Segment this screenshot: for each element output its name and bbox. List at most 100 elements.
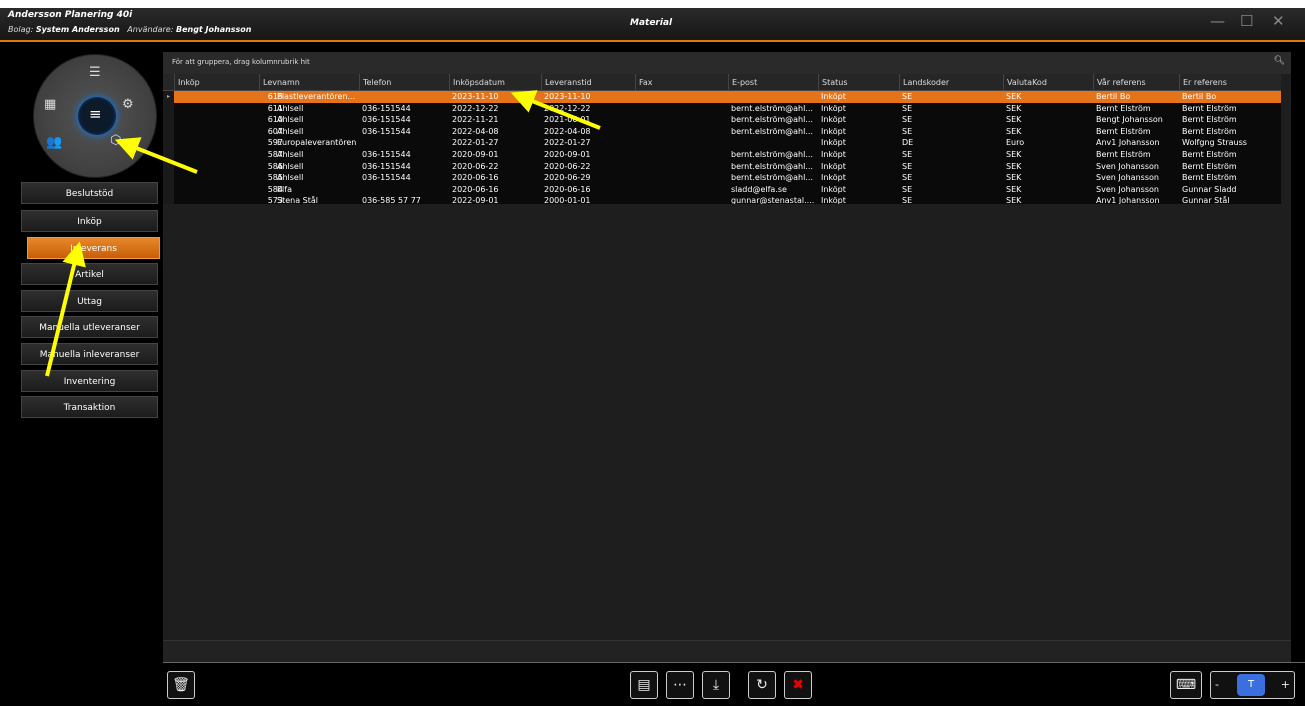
column-header[interactable]: Telefon (359, 74, 449, 91)
settings-icon[interactable]: ⚙ (122, 97, 134, 112)
row-selector[interactable] (163, 114, 174, 126)
more-options-button[interactable]: ⋯ (666, 671, 694, 699)
table-cell: Inköpt (821, 115, 846, 125)
table-cell: Bernt Elström (1096, 103, 1151, 113)
column-header[interactable]: Inköpsdatum (449, 74, 541, 91)
table-cell: SEK (1006, 184, 1022, 194)
column-header[interactable]: Vår referens (1093, 74, 1179, 91)
column-header[interactable]: Status (818, 74, 899, 91)
table-cell (728, 91, 818, 103)
table-cell: Inköpt (821, 138, 846, 148)
table-cell: Inköpt (821, 161, 846, 171)
table-cell: 036-151544 (362, 126, 411, 136)
maximize-button[interactable]: ☐ (1240, 12, 1253, 30)
grid-empty-area (163, 204, 1281, 640)
sidebar-item-beslutstöd[interactable]: Beslutstöd (21, 182, 158, 204)
column-header[interactable]: Landskoder (899, 74, 1003, 91)
column-header[interactable]: Leveranstid (541, 74, 635, 91)
sidebar-item-inköp[interactable]: Inköp (21, 210, 158, 232)
column-header[interactable]: Er referens (1179, 74, 1281, 91)
row-selector[interactable] (163, 160, 174, 173)
zoom-out-icon[interactable]: - (1215, 672, 1219, 698)
table-cell: SEK (1006, 103, 1022, 113)
zoom-in-icon[interactable]: + (1281, 672, 1290, 698)
delete-button[interactable]: 🗑︎ (167, 671, 195, 699)
radial-menu[interactable]: ☰ ▦ ⚙ 👥 ⬡ ≡ (33, 54, 157, 178)
column-header[interactable]: ValutaKod (1003, 74, 1093, 91)
search-icon[interactable]: 🔍︎ (1274, 56, 1285, 66)
horizontal-scrollbar[interactable] (163, 640, 1291, 662)
row-selector[interactable] (163, 137, 174, 149)
table-cell: Inköpt (821, 92, 846, 101)
text-size-icon[interactable]: T (1237, 674, 1265, 696)
ellipsis-icon: ⋯ (673, 677, 687, 693)
table-row[interactable]: ▸ 615 Plastleverantören... 2023-11-10 2023-1… (163, 91, 1281, 103)
column-header[interactable]: Levnamn (259, 74, 359, 91)
table-cell (635, 91, 728, 103)
table-row[interactable]: 611 Ahlsell 036-151544 2022-12-22 2022-12-22… (163, 102, 1281, 115)
sidebar-item-inleverans[interactable]: Inleverans (27, 237, 160, 259)
zoom-control[interactable]: - T + (1210, 671, 1295, 699)
vertical-scrollbar[interactable] (1281, 74, 1291, 640)
sidebar-item-manuella-inleveranser[interactable]: Manuella inleveranser (21, 343, 158, 365)
row-selector[interactable] (163, 125, 174, 138)
row-selector[interactable] (163, 172, 174, 184)
refresh-button[interactable]: ↻ (748, 671, 776, 699)
cube-icon[interactable]: ⬡ (110, 133, 121, 148)
column-header[interactable]: Inköp (174, 74, 259, 91)
minimize-button[interactable]: — (1210, 12, 1225, 30)
table-cell: 2020-06-29 (544, 173, 591, 183)
keyboard-icon: ⌨ (1175, 677, 1197, 693)
table-cell: 2022-04-08 (544, 126, 591, 136)
table-row[interactable]: 597 Europaleverantören 2022-01-27 2022-01-2… (163, 137, 1281, 149)
table-cell: 597 (267, 138, 283, 148)
grid-panel: För att gruppera, drag kolumnrubrik hit … (163, 52, 1291, 662)
group-by-bar[interactable]: För att gruppera, drag kolumnrubrik hit … (163, 52, 1291, 74)
table-cell: Inköpt (821, 173, 846, 183)
keyboard-button[interactable]: ⌨ (1170, 671, 1202, 699)
users-icon[interactable]: 👥 (46, 135, 62, 150)
sidebar-item-inventering[interactable]: Inventering (21, 370, 158, 392)
document-icon: ▤ (637, 677, 651, 693)
table-cell: Bernt Elström (1182, 161, 1237, 171)
table-row[interactable]: 587 Ahlsell 036-151544 2020-09-01 2020-09-01… (163, 148, 1281, 161)
table-cell: Bernt Elström (1182, 103, 1237, 113)
document-button[interactable]: ▤ (630, 671, 658, 699)
table-row[interactable]: 607 Ahlsell 036-151544 2022-04-08 2022-04-08… (163, 125, 1281, 138)
column-header[interactable]: Fax (635, 74, 728, 91)
column-header[interactable]: E-post (728, 74, 818, 91)
row-selector[interactable]: ▸ (163, 91, 174, 103)
sidebar-item-manuella-utleveranser[interactable]: Manuella utleveranser (21, 316, 158, 338)
hamburger-icon: ≡ (89, 105, 102, 123)
table-cell: Euro (1006, 138, 1025, 148)
row-selector[interactable] (163, 183, 174, 196)
cancel-button[interactable]: ✖ (784, 671, 812, 699)
title-bar: Andersson Planering 40i Bolag: System An… (0, 8, 1305, 42)
table-cell: SEK (1006, 92, 1022, 101)
window-title: Material (630, 18, 673, 28)
menu-center-button[interactable]: ≡ (78, 97, 116, 135)
table-cell: 2023-11-10 (452, 92, 499, 101)
table-row[interactable]: 585 Ahlsell 036-151544 2020-06-16 2020-06-29… (163, 172, 1281, 184)
list-icon[interactable]: ☰ (89, 65, 101, 80)
row-selector[interactable] (163, 102, 174, 115)
table-cell: 2020-06-16 (452, 173, 499, 183)
table-row[interactable]: 586 Ahlsell 036-151544 2020-06-22 2020-06-22… (163, 160, 1281, 173)
table-cell: Bernt Elström (1096, 126, 1151, 136)
table-row[interactable]: 610 Ahlsell 036-151544 2022-11-21 2021-06-01… (163, 114, 1281, 126)
table-cell: SEK (1006, 161, 1022, 171)
table-cell (635, 172, 728, 184)
sidebar-item-artikel[interactable]: Artikel (21, 263, 158, 285)
table-cell: SE (902, 161, 913, 171)
close-window-button[interactable]: ✕ (1272, 12, 1285, 30)
sidebar-item-transaktion[interactable]: Transaktion (21, 396, 158, 418)
table-row[interactable]: 584 Elfa 2020-06-16 2020-06-16 sladd@elfa.se… (163, 183, 1281, 196)
table-cell: Bernt Elström (1182, 126, 1237, 136)
table-cell: SEK (1006, 173, 1022, 183)
calculator-icon[interactable]: ▦ (44, 97, 56, 112)
table-cell: 2020-09-01 (544, 149, 591, 159)
import-button[interactable]: ⤓ (702, 671, 730, 699)
sidebar-item-uttag[interactable]: Uttag (21, 290, 158, 312)
table-cell: SEK (1006, 126, 1022, 136)
row-selector[interactable] (163, 148, 174, 161)
